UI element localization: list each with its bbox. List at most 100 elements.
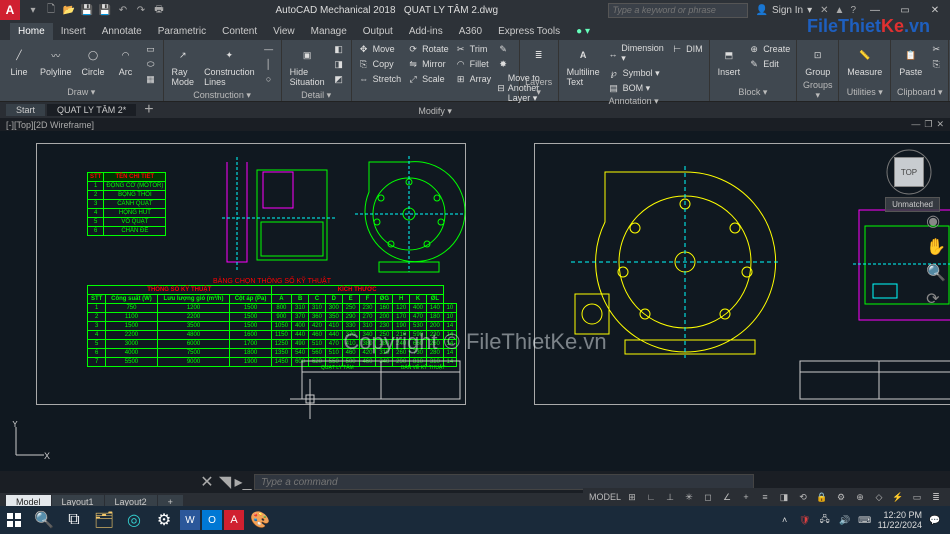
- saveas-icon[interactable]: 💾: [98, 3, 112, 17]
- layers-button[interactable]: ≣: [524, 42, 554, 68]
- panel-label[interactable]: Groups ▾: [801, 79, 834, 102]
- annoscale-icon[interactable]: 🔒: [814, 490, 830, 504]
- cut-button[interactable]: ✂: [928, 42, 944, 56]
- vp-minimize-icon[interactable]: —: [911, 119, 920, 130]
- print-icon[interactable]: 🖶: [152, 3, 166, 17]
- tab-manage[interactable]: Manage: [303, 23, 355, 40]
- symbol-button[interactable]: ℘Symbol ▾: [606, 66, 668, 80]
- ellipse-button[interactable]: ⬭: [143, 57, 159, 71]
- hwacc-icon[interactable]: ⚡: [890, 490, 906, 504]
- cline-v-button[interactable]: │: [261, 57, 277, 71]
- vp-restore-icon[interactable]: ❐: [924, 119, 932, 130]
- grid-icon[interactable]: ⊞: [624, 490, 640, 504]
- help-search-input[interactable]: [608, 3, 748, 18]
- edge-icon[interactable]: ◎: [120, 506, 148, 534]
- hatch-button[interactable]: ▦: [143, 72, 159, 86]
- open-icon[interactable]: 📂: [62, 3, 76, 17]
- ortho-icon[interactable]: ⊥: [662, 490, 678, 504]
- autocad-icon[interactable]: A: [224, 510, 244, 530]
- edit-button[interactable]: ✎Edit: [746, 57, 792, 71]
- tab-annotate[interactable]: Annotate: [94, 23, 150, 40]
- undo-icon[interactable]: ↶: [116, 3, 130, 17]
- tray-chevron-icon[interactable]: ˄: [778, 513, 792, 527]
- lwt-icon[interactable]: ≡: [757, 490, 773, 504]
- hide-button[interactable]: ▣Hide Situation: [286, 42, 329, 89]
- model-toggle[interactable]: MODEL: [589, 492, 621, 502]
- clean-icon[interactable]: ▭: [909, 490, 925, 504]
- dimension-button[interactable]: ↔Dimension ▾: [606, 42, 668, 65]
- tab-a360[interactable]: A360: [451, 23, 490, 40]
- panel-label[interactable]: Construction ▾: [168, 89, 277, 102]
- start-button[interactable]: [0, 506, 28, 534]
- tray-clock[interactable]: 12:20 PM 11/22/2024: [878, 510, 922, 530]
- osnap-icon[interactable]: ◻: [700, 490, 716, 504]
- copy-clip-button[interactable]: ⎘: [928, 57, 944, 71]
- copy-button[interactable]: ⎘Copy: [356, 57, 404, 71]
- cline-c-button[interactable]: ○: [261, 72, 277, 86]
- cmd-close-icon[interactable]: ✕: [200, 475, 214, 489]
- tab-featured[interactable]: ● ▾: [568, 23, 598, 40]
- line-button[interactable]: ╱Line: [4, 42, 34, 79]
- viewcube[interactable]: TOP: [886, 149, 932, 195]
- snap-icon[interactable]: ∟: [643, 490, 659, 504]
- create-button[interactable]: ⊕Create: [746, 42, 792, 56]
- tray-notifications-icon[interactable]: 💬: [928, 513, 942, 527]
- tray-volume-icon[interactable]: 🔊: [838, 513, 852, 527]
- app-icon[interactable]: A: [0, 0, 20, 20]
- circle-button[interactable]: ◯Circle: [78, 42, 109, 79]
- tab-express[interactable]: Express Tools: [490, 23, 568, 40]
- polar-icon[interactable]: ✳: [681, 490, 697, 504]
- panel-label[interactable]: Block ▾: [714, 86, 793, 99]
- outlook-icon[interactable]: O: [202, 510, 222, 530]
- polyline-button[interactable]: 〰Polyline: [36, 42, 76, 79]
- cycling-icon[interactable]: ⟲: [795, 490, 811, 504]
- constrlines-button[interactable]: ✦Construction Lines: [200, 42, 259, 89]
- panel-label[interactable]: Draw ▾: [4, 86, 159, 99]
- tab-content[interactable]: Content: [214, 23, 265, 40]
- measure-button[interactable]: 📏Measure: [843, 42, 886, 79]
- array-button[interactable]: ⊞Array: [453, 72, 494, 86]
- orbit-icon[interactable]: ⟳: [926, 289, 946, 309]
- fillet-button[interactable]: ◠Fillet: [453, 57, 494, 71]
- move-button[interactable]: ✥Move: [356, 42, 404, 56]
- viewport-label[interactable]: [-][Top][2D Wireframe]: [6, 120, 94, 130]
- tab-home[interactable]: Home: [10, 23, 53, 40]
- exchange-icon[interactable]: ✕: [820, 5, 828, 16]
- arc-button[interactable]: ◠Arc: [111, 42, 141, 79]
- explorer-icon[interactable]: 🗂: [90, 506, 118, 534]
- vp-close-icon[interactable]: ✕: [936, 119, 944, 130]
- group-button[interactable]: ⊡Group: [801, 42, 834, 79]
- paint-icon[interactable]: 🎨: [246, 506, 274, 534]
- transparency-icon[interactable]: ◨: [776, 490, 792, 504]
- trim-button[interactable]: ✂Trim: [453, 42, 494, 56]
- word-icon[interactable]: W: [180, 510, 200, 530]
- rotate-button[interactable]: ⟳Rotate: [405, 42, 451, 56]
- detail-a-button[interactable]: ◧: [331, 42, 347, 56]
- detail-c-button[interactable]: ◩: [331, 72, 347, 86]
- pan-icon[interactable]: ✋: [926, 237, 946, 257]
- dyn-icon[interactable]: +: [738, 490, 754, 504]
- panel-label[interactable]: Modify ▾: [356, 105, 515, 118]
- steering-wheel-icon[interactable]: ◉: [926, 211, 946, 231]
- sign-in-button[interactable]: 👤 Sign In ▾: [756, 5, 813, 16]
- panel-label[interactable]: Clipboard ▾: [895, 86, 944, 99]
- taskview-icon[interactable]: ⧉: [60, 506, 88, 534]
- cmd-history-icon[interactable]: ◥: [218, 475, 232, 489]
- tab-addins[interactable]: Add-ins: [401, 23, 451, 40]
- otrack-icon[interactable]: ∠: [719, 490, 735, 504]
- workspace-icon[interactable]: ⚙: [833, 490, 849, 504]
- rect-button[interactable]: ▭: [143, 42, 159, 56]
- tray-security-icon[interactable]: 🛡: [798, 513, 812, 527]
- iso-icon[interactable]: ◇: [871, 490, 887, 504]
- tab-parametric[interactable]: Parametric: [150, 23, 214, 40]
- tab-view[interactable]: View: [265, 23, 303, 40]
- search-icon[interactable]: 🔍: [30, 506, 58, 534]
- settings-icon[interactable]: ⚙: [150, 506, 178, 534]
- panel-label[interactable]: Utilities ▾: [843, 86, 886, 99]
- panel-label[interactable]: Annotation ▾: [563, 95, 705, 108]
- new-icon[interactable]: 🗋: [44, 3, 58, 17]
- panel-label[interactable]: Detail ▾: [286, 89, 347, 102]
- scale-button[interactable]: ⤢Scale: [405, 72, 451, 86]
- mirror-button[interactable]: ⇋Mirror: [405, 57, 451, 71]
- help-icon[interactable]: ?: [850, 5, 856, 16]
